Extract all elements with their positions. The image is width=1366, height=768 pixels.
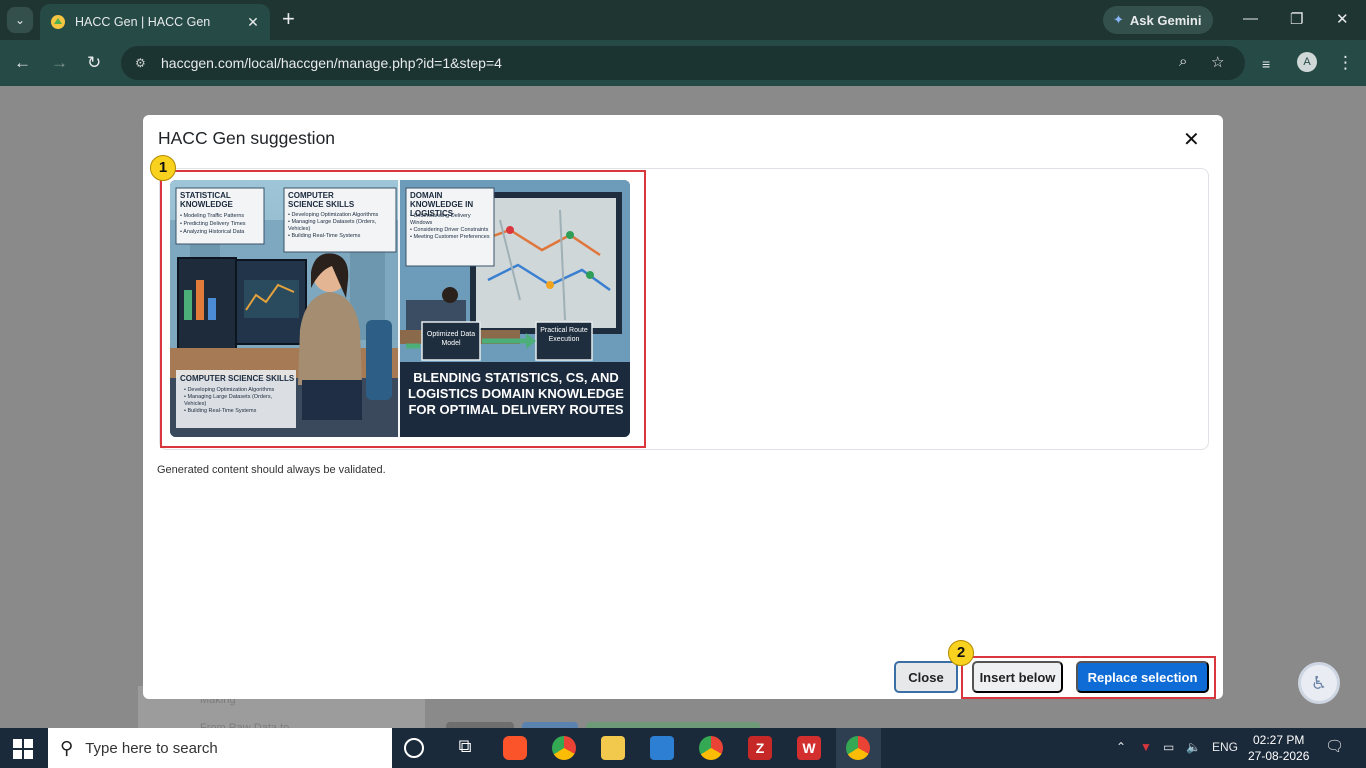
chrome-profile-icon[interactable] xyxy=(699,736,723,760)
accessibility-icon[interactable]: ♿ xyxy=(1298,662,1340,704)
gemini-sparkle-icon: ✦ xyxy=(1113,12,1124,27)
chrome-menu-icon[interactable]: ⋮ xyxy=(1337,53,1354,73)
site-favicon-icon xyxy=(51,15,65,29)
windows-start-icon[interactable] xyxy=(12,738,34,760)
language-indicator[interactable]: ENG xyxy=(1212,740,1238,754)
restore-icon[interactable]: ❐ xyxy=(1290,10,1303,28)
volume-icon[interactable]: 🔈 xyxy=(1186,740,1201,754)
validation-disclaimer: Generated content should always be valid… xyxy=(157,464,386,476)
step-badge-1: 1 xyxy=(150,155,176,181)
clock-time: 02:27 PM xyxy=(1253,733,1305,747)
site-info-icon[interactable]: ⚙ xyxy=(135,56,153,70)
ask-gemini-button[interactable]: ✦ Ask Gemini xyxy=(1103,6,1214,34)
profile-avatar[interactable]: A xyxy=(1297,52,1317,72)
zoom-icon[interactable]: ⌕ xyxy=(1179,53,1187,70)
reload-icon[interactable]: ↻ xyxy=(87,53,101,73)
file-explorer-icon[interactable] xyxy=(601,736,625,760)
antivirus-icon[interactable]: ▼ xyxy=(1140,740,1152,754)
search-icon: ⚲ xyxy=(60,737,74,758)
browser-tab-strip: ⌄ HACC Gen | HACC Gen ✕ + ✦ Ask Gemini —… xyxy=(0,0,1366,40)
task-view-icon[interactable]: ⧉ xyxy=(453,736,477,760)
browser-tab[interactable]: HACC Gen | HACC Gen ✕ xyxy=(40,4,270,40)
media-controls-icon[interactable]: ≡ xyxy=(1262,54,1270,74)
chrome-active-icon[interactable] xyxy=(846,736,870,760)
browser-toolbar: ← → ↻ ⚙ haccgen.com/local/haccgen/manage… xyxy=(0,40,1366,86)
tab-close-icon[interactable]: ✕ xyxy=(244,13,262,31)
network-icon[interactable]: ▭ xyxy=(1163,740,1174,754)
taskbar-search-placeholder: Type here to search xyxy=(85,739,218,757)
system-clock[interactable]: 02:27 PM 27-08-2026 xyxy=(1248,732,1309,764)
clock-date: 27-08-2026 xyxy=(1248,749,1310,763)
taskbar-search[interactable]: ⚲ Type here to search xyxy=(48,728,392,768)
brave-browser-icon[interactable] xyxy=(503,736,527,760)
address-bar[interactable]: ⚙ haccgen.com/local/haccgen/manage.php?i… xyxy=(121,46,1245,80)
windows-taskbar: ⚲ Type here to search ⧉ Z W ⌃ ▼ ▭ 🔈 ENG … xyxy=(0,728,1366,768)
chrome-icon[interactable] xyxy=(552,736,576,760)
window-close-icon[interactable]: ✕ xyxy=(1336,10,1349,28)
tab-title: HACC Gen | HACC Gen xyxy=(75,15,211,29)
buttons-highlight-frame xyxy=(961,656,1216,699)
url-text: haccgen.com/local/haccgen/manage.php?id=… xyxy=(161,55,502,71)
tab-search-button[interactable]: ⌄ xyxy=(7,7,33,33)
wps-office-icon[interactable]: W xyxy=(797,736,821,760)
filezilla-icon[interactable]: Z xyxy=(748,736,772,760)
minimize-icon[interactable]: — xyxy=(1243,10,1258,27)
modal-close-icon[interactable]: ✕ xyxy=(1183,127,1200,152)
notification-icon[interactable]: 🗨 xyxy=(1325,737,1344,755)
new-tab-button[interactable]: + xyxy=(282,8,295,30)
image-highlight-frame xyxy=(160,170,646,448)
tray-chevron-icon[interactable]: ⌃ xyxy=(1116,740,1126,754)
ask-gemini-label: Ask Gemini xyxy=(1129,12,1202,28)
mail-icon[interactable] xyxy=(650,736,674,760)
modal-title: HACC Gen suggestion xyxy=(158,128,336,148)
step-badge-2: 2 xyxy=(948,640,974,666)
cortana-icon[interactable] xyxy=(404,738,424,758)
suggestion-modal: HACC Gen suggestion ✕ STATISTICAL KNOWLE… xyxy=(143,115,1223,699)
bookmark-star-icon[interactable]: ☆ xyxy=(1211,53,1224,71)
close-button[interactable]: Close xyxy=(894,661,958,693)
back-arrow-icon[interactable]: ← xyxy=(14,53,31,73)
forward-arrow-icon[interactable]: → xyxy=(51,53,68,73)
